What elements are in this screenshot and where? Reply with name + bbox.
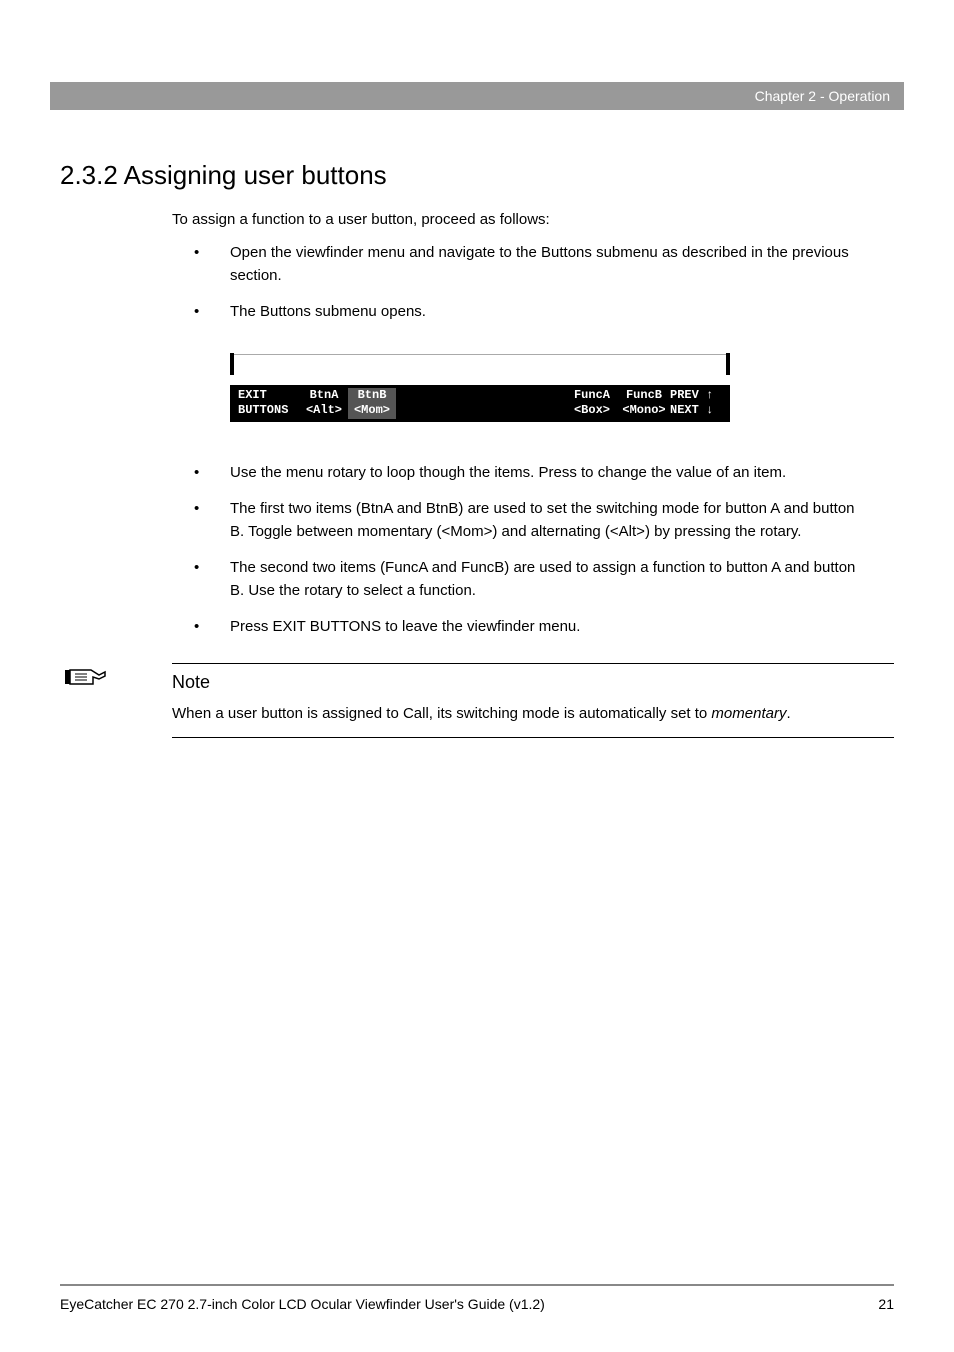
section-title: Assigning user buttons [124,160,387,190]
list-item: Press EXIT BUTTONS to leave the viewfind… [172,616,864,639]
menu-exit-top: EXIT [238,388,300,404]
menu-btna-top: BtnA [300,388,348,404]
list-item: Use the menu rotary to loop though the i… [172,462,864,485]
menu-btna-bot: <Alt> [300,403,348,419]
footer-doc-title: EyeCatcher EC 270 2.7-inch Color LCD Ocu… [60,1296,545,1312]
bullet-list-bottom: Use the menu rotary to loop though the i… [172,462,864,639]
menu-funca-top: FuncA [566,388,618,404]
intro-text: To assign a function to a user button, p… [172,211,864,228]
note-section: Note When a user button is assigned to C… [120,663,894,739]
section-heading: 2.3.2 Assigning user buttons [60,160,894,191]
note-body: When a user button is assigned to Call, … [172,703,894,726]
menu-exit-bot: BUTTONS [238,403,300,419]
list-item: The second two items (FuncA and FuncB) a… [172,557,864,602]
menu-funcb-bot: <Mono> [618,403,670,419]
list-item: Open the viewfinder menu and navigate to… [172,242,864,287]
menu-funca-bot: <Box> [566,403,618,419]
list-item: The first two items (BtnA and BtnB) are … [172,498,864,543]
menu-prev: PREV ↑ [670,388,722,404]
chapter-label: Chapter 2 - Operation [755,88,890,104]
note-body-suffix: . [786,705,790,722]
viewfinder-menu-illustration: EXIT BUTTONS BtnA <Alt> BtnB <Mom> FuncA [230,354,864,422]
bullet-list-top: Open the viewfinder menu and navigate to… [172,242,864,324]
list-item: The Buttons submenu opens. [172,301,864,324]
menu-next: NEXT ↓ [670,403,722,419]
footer-page-number: 21 [878,1296,894,1312]
note-body-prefix: When a user button is assigned to Call, … [172,705,711,722]
menu-funcb-top: FuncB [618,388,670,404]
note-title: Note [172,672,894,693]
note-hand-icon [65,666,107,690]
note-body-italic: momentary [711,705,786,722]
page-footer: EyeCatcher EC 270 2.7-inch Color LCD Ocu… [60,1284,894,1312]
section-number: 2.3.2 [60,160,118,190]
menu-btnb-top: BtnB [350,388,394,404]
menu-btnb-bot: <Mom> [350,403,394,419]
chapter-header-bar: Chapter 2 - Operation [50,82,904,110]
